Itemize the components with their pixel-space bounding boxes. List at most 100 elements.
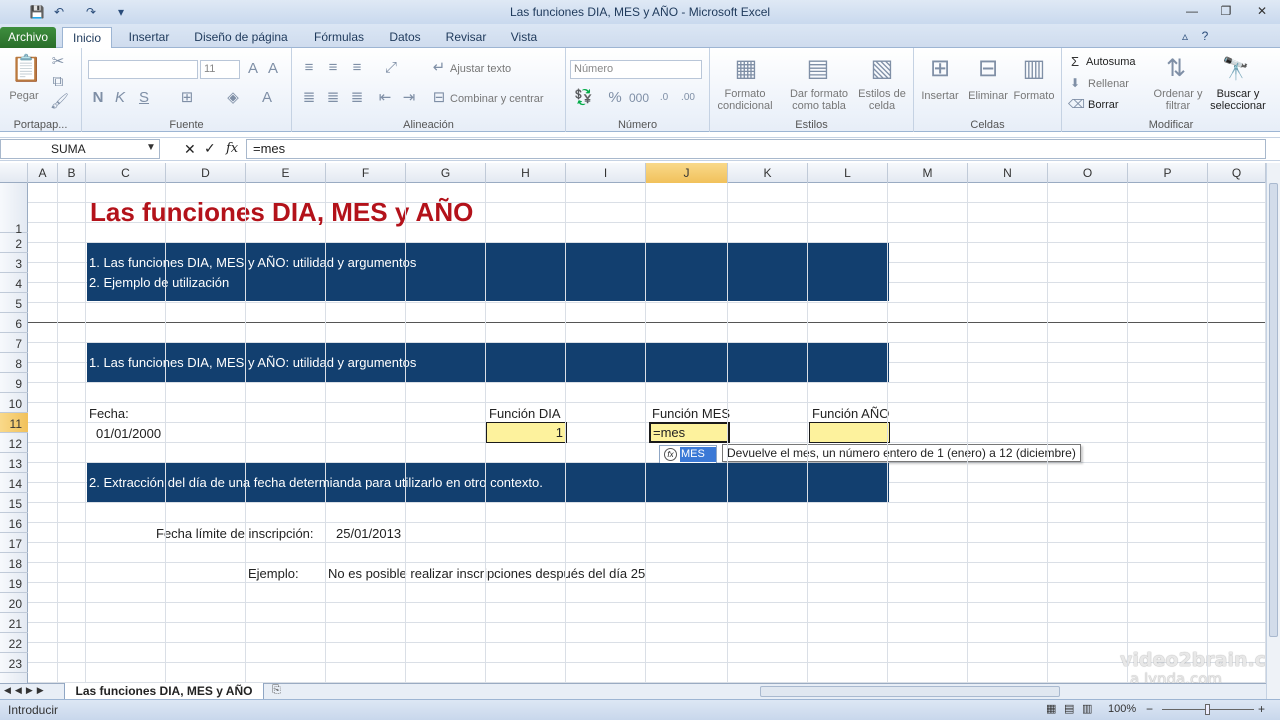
new-sheet-icon[interactable]: ⎘ xyxy=(272,684,281,697)
merge-center-button[interactable]: Combinar y centrar xyxy=(450,93,544,105)
shrink-font-icon[interactable]: A xyxy=(264,61,282,77)
row-header-12[interactable]: 12 xyxy=(0,433,28,453)
find-icon[interactable]: 🔭 xyxy=(1220,54,1252,84)
grow-font-icon[interactable]: A xyxy=(244,61,262,77)
row-header-22[interactable]: 22 xyxy=(0,633,28,653)
row-header-17[interactable]: 17 xyxy=(0,533,28,553)
column-header-o[interactable]: O xyxy=(1048,163,1128,183)
column-header-c[interactable]: C xyxy=(86,163,166,183)
tab-archivo[interactable]: Archivo xyxy=(0,27,56,48)
column-header-p[interactable]: P xyxy=(1128,163,1208,183)
vertical-scrollbar[interactable] xyxy=(1266,163,1280,699)
dia-cell[interactable]: 1 xyxy=(486,422,567,443)
format-painter-icon[interactable]: 🖌 xyxy=(50,94,69,110)
vertical-scroll-thumb[interactable] xyxy=(1269,183,1278,637)
row-header-23[interactable]: 23 xyxy=(0,653,28,673)
tab-inicio[interactable]: Inicio xyxy=(62,27,112,48)
cell-styles-icon[interactable]: ▧ xyxy=(866,54,898,84)
delete-cells-icon[interactable]: ⊟ xyxy=(972,54,1004,84)
worksheet-grid[interactable]: Las funciones DIA, MES y AÑO 1. Las func… xyxy=(28,183,1266,683)
tab-diseno[interactable]: Diseño de página xyxy=(186,27,296,48)
column-header-d[interactable]: D xyxy=(166,163,246,183)
font-color-icon[interactable]: A xyxy=(258,90,276,106)
column-header-l[interactable]: L xyxy=(808,163,888,183)
row-header-15[interactable]: 15 xyxy=(0,493,28,513)
toc-item-1[interactable]: 1. Las funciones DIA, MES y AÑO: utilida… xyxy=(89,255,416,270)
row-header-20[interactable]: 20 xyxy=(0,593,28,613)
align-middle-icon[interactable]: ≡ xyxy=(324,60,342,76)
zoom-level[interactable]: 100% xyxy=(1108,703,1136,715)
wrap-text-button[interactable]: Ajustar texto xyxy=(450,63,511,75)
insert-cells-icon[interactable]: ⊞ xyxy=(924,54,956,84)
row-header-18[interactable]: 18 xyxy=(0,553,28,573)
percent-icon[interactable]: % xyxy=(606,90,624,106)
delete-cells-button[interactable]: Eliminar xyxy=(964,90,1012,102)
view-layout-icon[interactable]: ▤ xyxy=(1064,702,1074,715)
conditional-format-icon[interactable]: ▦ xyxy=(730,54,762,84)
minimize-ribbon-icon[interactable]: ▵ xyxy=(1176,27,1194,45)
wrap-text-icon[interactable]: ↵ xyxy=(430,60,448,76)
row-header-8[interactable]: 8 xyxy=(0,353,28,373)
row-header-7[interactable]: 7 xyxy=(0,333,28,353)
format-table-button[interactable]: Dar formato como tabla xyxy=(784,88,854,112)
row-header-2[interactable]: 2 xyxy=(0,233,28,253)
format-table-icon[interactable]: ▤ xyxy=(802,54,834,84)
help-icon[interactable]: ? xyxy=(1196,27,1214,45)
view-pagebreak-icon[interactable]: ▥ xyxy=(1082,702,1092,715)
cancel-icon[interactable]: ✕ xyxy=(184,141,196,158)
align-right-icon[interactable]: ≣ xyxy=(348,90,366,106)
row-header-16[interactable]: 16 xyxy=(0,513,28,533)
name-box-dropdown-icon[interactable]: ▼ xyxy=(146,142,156,153)
tab-vista[interactable]: Vista xyxy=(504,27,544,48)
number-format-select[interactable]: Número xyxy=(570,60,702,79)
merge-icon[interactable]: ⊟ xyxy=(430,90,448,106)
bold-button[interactable]: N xyxy=(90,90,106,106)
anio-cell[interactable] xyxy=(809,422,890,443)
tab-insertar[interactable]: Insertar xyxy=(122,27,176,48)
column-header-b[interactable]: B xyxy=(58,163,86,183)
currency-icon[interactable]: 💱 xyxy=(574,90,593,106)
row-header-1[interactable]: 1 xyxy=(0,183,28,236)
ejemplo-value[interactable]: No es posible realizar inscripciones des… xyxy=(328,566,645,581)
toc-item-2[interactable]: 2. Ejemplo de utilización xyxy=(89,275,229,290)
align-bottom-icon[interactable]: ≡ xyxy=(348,60,366,76)
sort-filter-icon[interactable]: ⇅ xyxy=(1160,54,1192,84)
mes-cell-editing[interactable]: =mes xyxy=(649,422,730,443)
paste-button[interactable]: Pegar xyxy=(4,90,44,102)
cell-styles-button[interactable]: Estilos de celda xyxy=(854,88,910,112)
autocomplete-item-mes[interactable]: MES xyxy=(680,447,716,462)
restore-icon[interactable]: ❐ xyxy=(1214,2,1238,20)
italic-button[interactable]: K xyxy=(112,90,128,106)
autosum-button[interactable]: Autosuma xyxy=(1086,56,1136,68)
row-header-6[interactable]: 6 xyxy=(0,313,28,333)
fill-icon[interactable]: ⬇ xyxy=(1068,75,1082,91)
align-center-icon[interactable]: ≣ xyxy=(324,90,342,106)
zoom-slider-thumb[interactable] xyxy=(1205,704,1210,715)
limite-value[interactable]: 25/01/2013 xyxy=(336,526,401,541)
close-icon[interactable]: ✕ xyxy=(1250,2,1274,20)
increase-indent-icon[interactable]: ⇥ xyxy=(400,90,418,106)
row-header-4[interactable]: 4 xyxy=(0,273,28,293)
tab-revisar[interactable]: Revisar xyxy=(438,27,494,48)
zoom-out-icon[interactable]: − xyxy=(1146,702,1153,716)
orientation-icon[interactable]: ⤢ xyxy=(382,60,400,76)
font-size-select[interactable]: 11 xyxy=(200,60,240,79)
column-header-k[interactable]: K xyxy=(728,163,808,183)
row-header-19[interactable]: 19 xyxy=(0,573,28,593)
paste-icon[interactable]: 📋 xyxy=(10,54,42,82)
comma-style-icon[interactable]: 000 xyxy=(628,90,650,106)
find-select-button[interactable]: Buscar y seleccionar xyxy=(1202,88,1274,112)
formula-input[interactable]: =mes xyxy=(246,139,1266,159)
tab-datos[interactable]: Datos xyxy=(382,27,428,48)
borders-icon[interactable]: ⊞ xyxy=(178,90,196,106)
row-header-3[interactable]: 3 xyxy=(0,253,28,273)
insert-function-icon[interactable]: fx xyxy=(226,141,238,156)
zoom-in-icon[interactable]: + xyxy=(1258,702,1265,716)
column-header-h[interactable]: H xyxy=(486,163,566,183)
column-header-g[interactable]: G xyxy=(406,163,486,183)
select-all-corner[interactable] xyxy=(0,163,28,183)
fecha-value[interactable]: 01/01/2000 xyxy=(96,426,161,441)
cut-icon[interactable]: ✂ xyxy=(50,54,66,70)
minimize-icon[interactable]: — xyxy=(1180,2,1204,20)
view-normal-icon[interactable]: ▦ xyxy=(1046,702,1056,715)
